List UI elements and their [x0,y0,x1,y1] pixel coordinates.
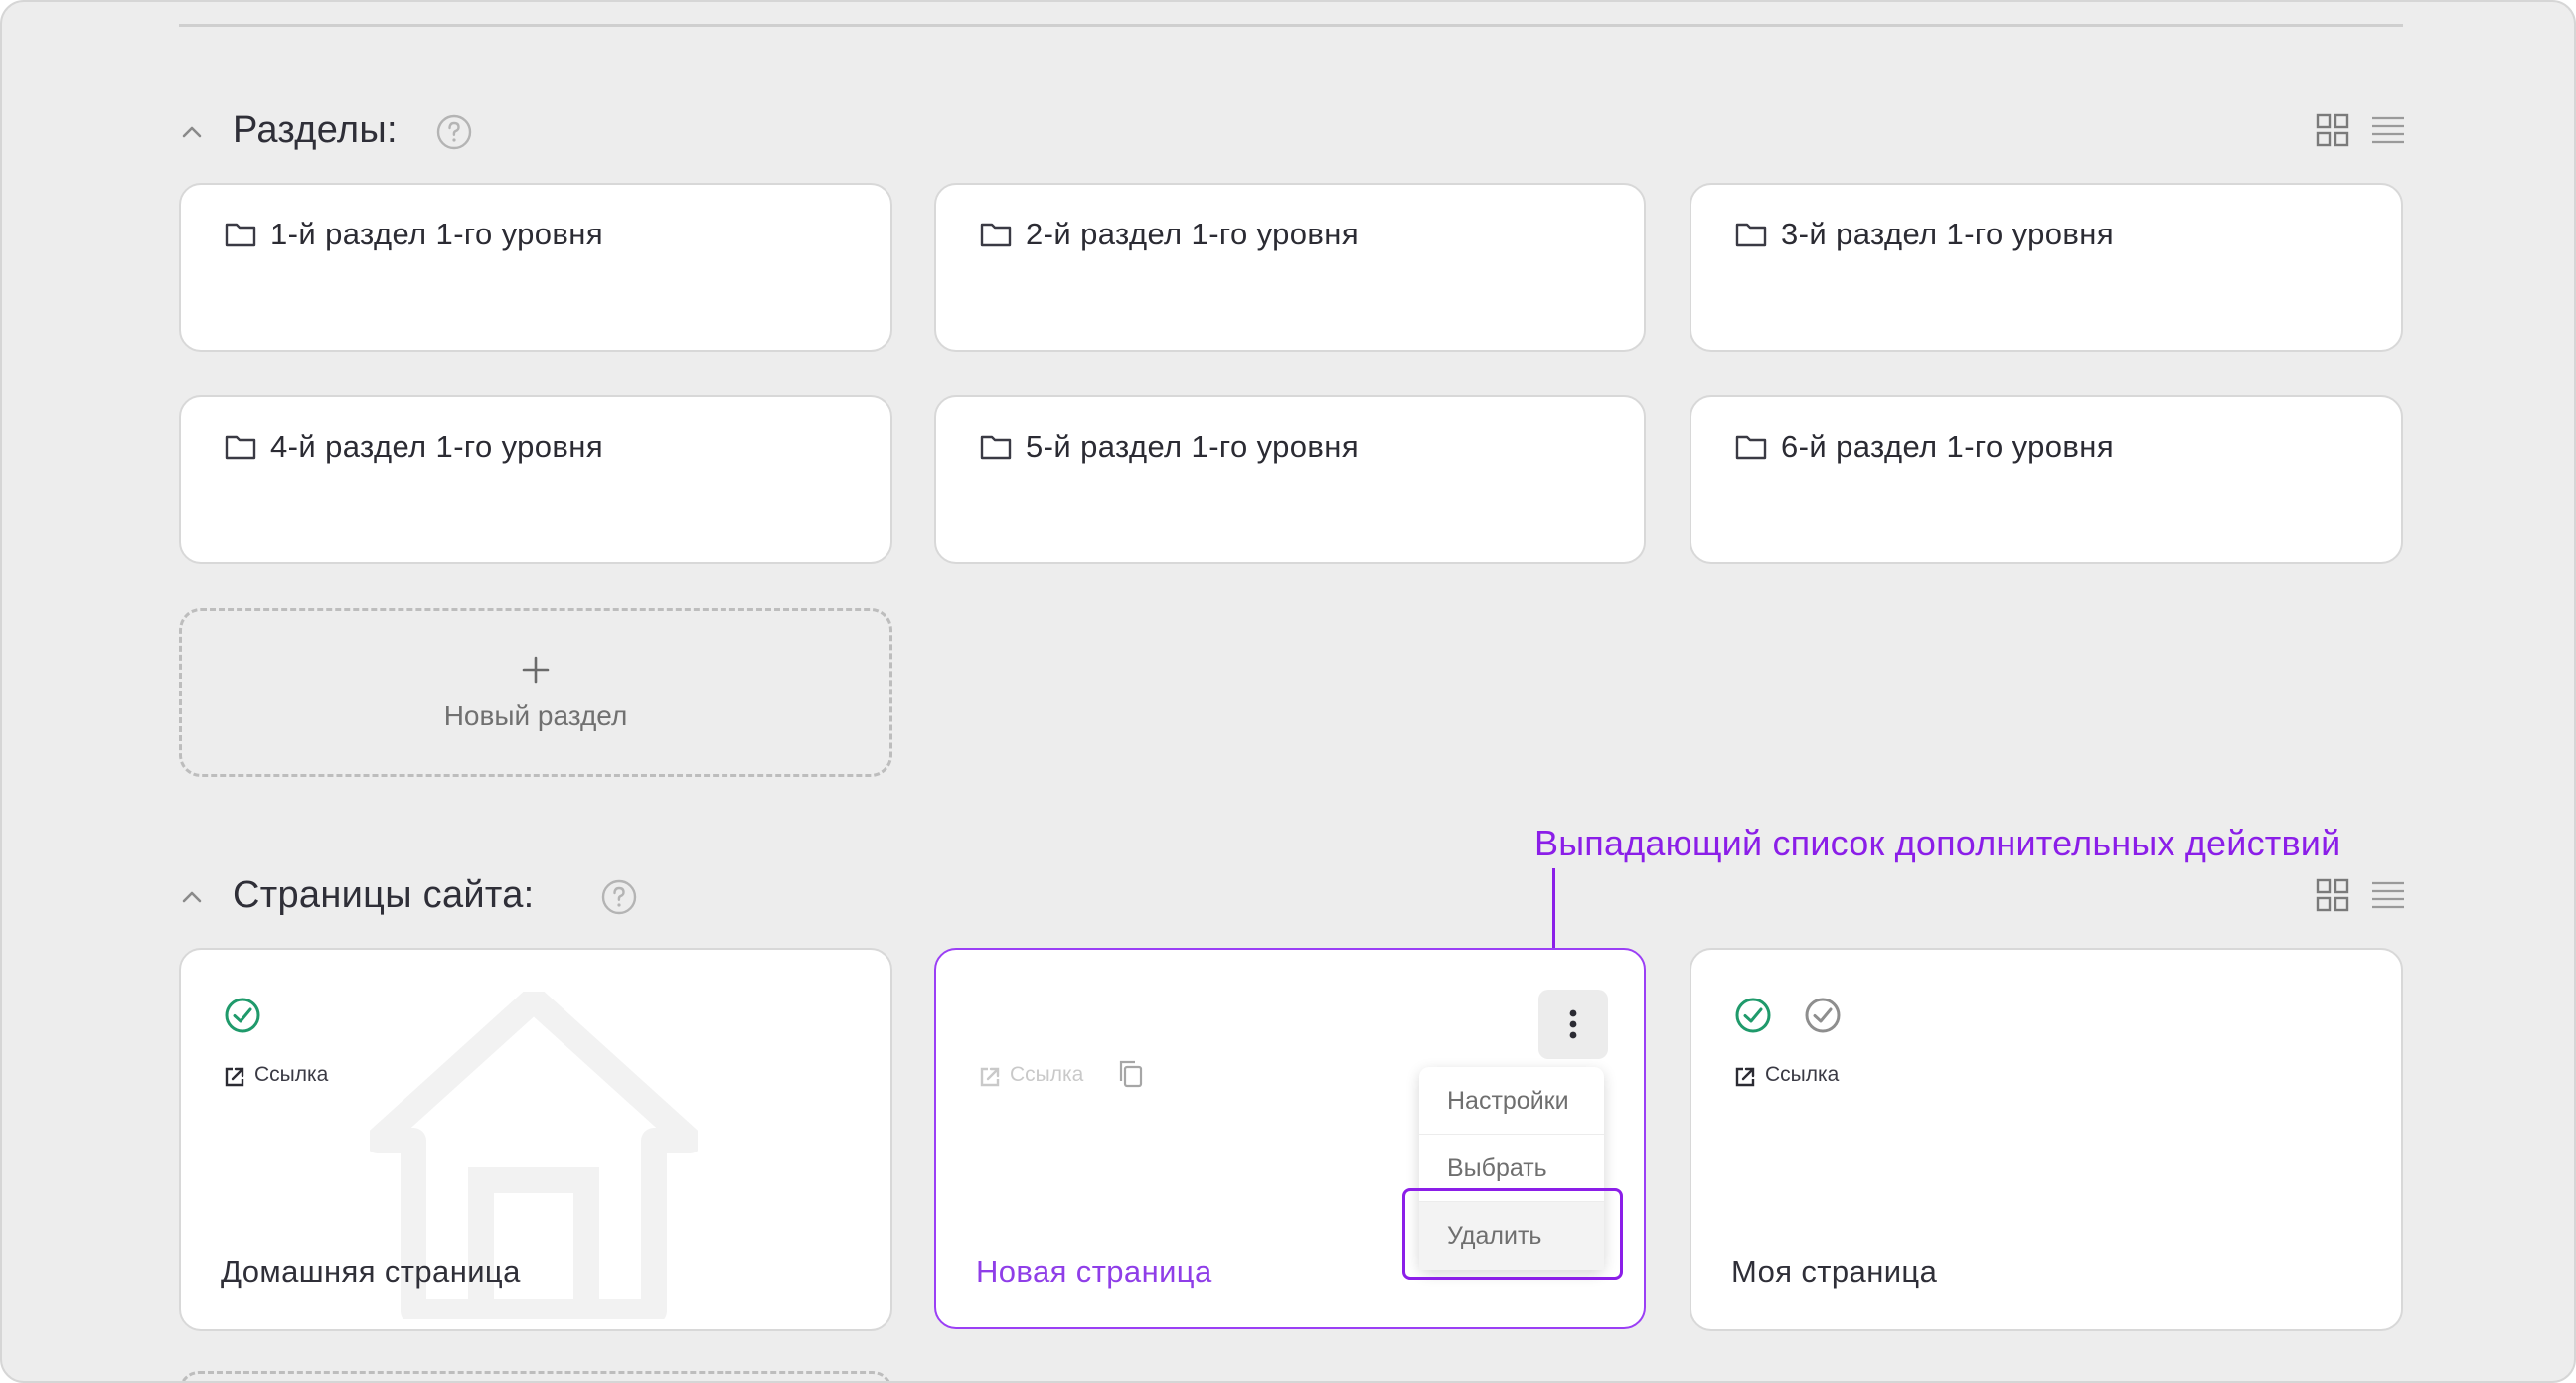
page-name: Моя страница [1731,1254,1938,1289]
section-card-label: 3-й раздел 1-го уровня [1781,217,2115,251]
folder-icon [225,223,256,247]
new-page-button[interactable] [179,1371,892,1381]
pages-title: Страницы сайта: [233,874,535,916]
grid-view-icon[interactable] [2316,113,2349,147]
list-view-icon[interactable] [2371,878,2405,912]
help-icon[interactable] [600,878,638,916]
annotation-highlight-box [1402,1188,1623,1280]
top-divider [179,24,2403,27]
screenshot-frame: Разделы: 1-й раздел 1-го уровня 2-й разд… [0,0,2576,1383]
check-circle-icon [1805,998,1841,1033]
section-card-label: 4-й раздел 1-го уровня [270,429,604,464]
page-card-my[interactable]: Ссылка Моя страница [1690,948,2403,1331]
kebab-menu-icon [1569,1009,1577,1039]
folder-icon [1735,223,1767,247]
annotation-text: Выпадающий список дополнительных действи… [1534,823,2341,863]
section-card-label: 6-й раздел 1-го уровня [1781,429,2115,464]
sections-title: Разделы: [233,109,398,151]
chevron-up-icon[interactable] [179,119,205,145]
page-link-label: Ссылка [1765,1063,1840,1086]
external-link-icon [980,1067,1000,1087]
section-card[interactable]: 3-й раздел 1-го уровня [1690,183,2403,352]
section-card[interactable]: 2-й раздел 1-го уровня [934,183,1646,352]
folder-icon [225,435,256,460]
published-check-icon [1735,998,1771,1033]
pages-header: Страницы сайта: [179,866,2405,926]
page-link-label: Ссылка [1010,1063,1084,1086]
folder-icon [980,435,1012,460]
sections-view-toggle [2316,113,2405,153]
page-card-home[interactable]: Ссылка Домашняя страница [179,948,892,1331]
external-link-icon [225,1067,244,1087]
new-section-button[interactable]: Новый раздел [179,608,892,777]
more-actions-button[interactable] [1538,990,1608,1059]
grid-view-icon[interactable] [2316,878,2349,912]
help-icon[interactable] [435,113,473,151]
folder-icon [1735,435,1767,460]
section-card-label: 2-й раздел 1-го уровня [1026,217,1360,251]
pages-view-toggle [2316,878,2405,918]
page-link-label: Ссылка [254,1063,329,1086]
list-view-icon[interactable] [2371,113,2405,147]
section-card[interactable]: 1-й раздел 1-го уровня [179,183,892,352]
copy-icon[interactable] [1117,1059,1145,1089]
plus-icon [522,656,550,684]
page-name: Домашняя страница [221,1254,521,1289]
page-name: Новая страница [976,1254,1212,1289]
section-card[interactable]: 5-й раздел 1-го уровня [934,395,1646,564]
dropdown-item-settings[interactable]: Настройки [1419,1067,1604,1135]
chevron-up-icon[interactable] [179,884,205,910]
section-card-label: 5-й раздел 1-го уровня [1026,429,1360,464]
section-card-label: 1-й раздел 1-го уровня [270,217,604,251]
section-card[interactable]: 6-й раздел 1-го уровня [1690,395,2403,564]
folder-icon [980,223,1012,247]
new-section-label: Новый раздел [443,700,628,731]
published-check-icon [225,998,260,1033]
external-link-icon [1735,1067,1755,1087]
section-card[interactable]: 4-й раздел 1-го уровня [179,395,892,564]
sections-header: Разделы: [179,101,2405,161]
